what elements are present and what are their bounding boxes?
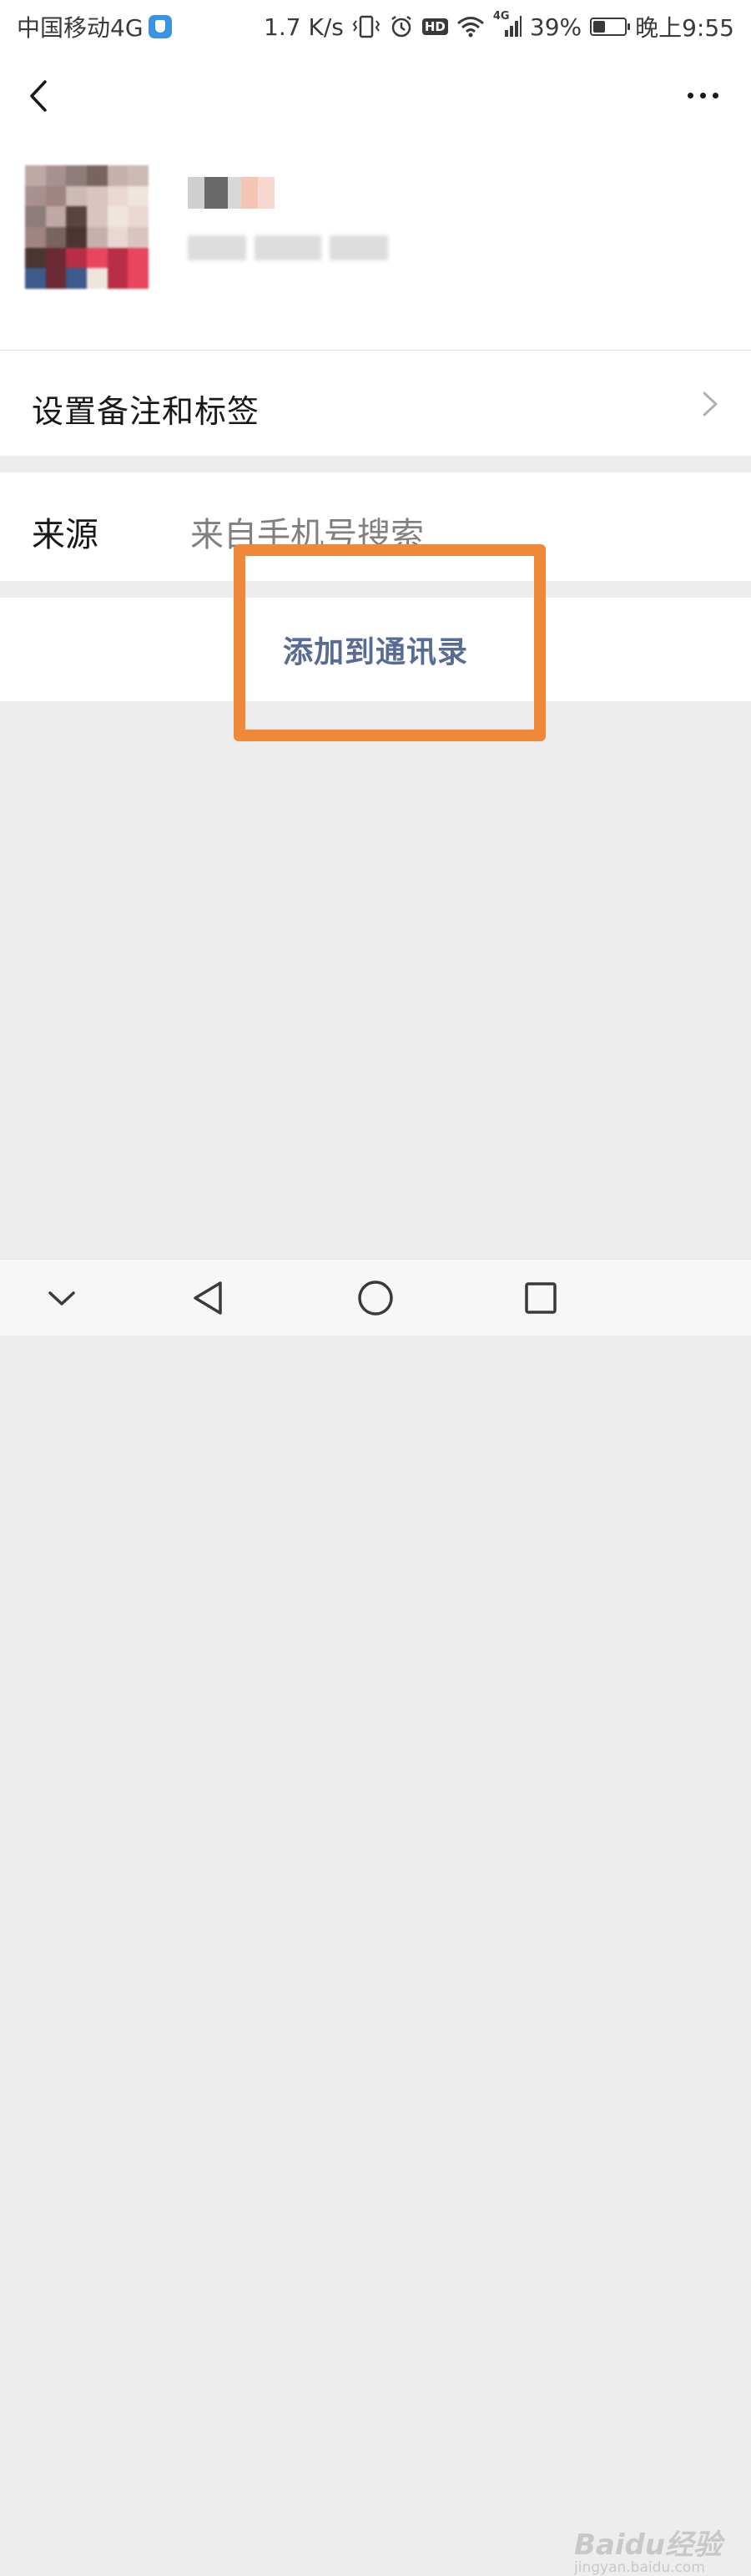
chevron-down-icon[interactable] bbox=[40, 1276, 83, 1320]
nav-back-icon[interactable] bbox=[189, 1276, 232, 1320]
back-button[interactable] bbox=[23, 75, 57, 117]
clock: 晚上9:55 bbox=[635, 14, 734, 42]
nickname-blurred bbox=[188, 177, 280, 209]
network-type: 4G bbox=[492, 10, 510, 23]
more-button[interactable] bbox=[679, 78, 726, 112]
vibrate-icon bbox=[352, 14, 381, 39]
chevron-right-icon bbox=[703, 391, 718, 417]
network-speed: 1.7 K/s bbox=[264, 13, 344, 41]
watermark-main: Baidu经验 bbox=[574, 2528, 723, 2562]
watermark-sub: jingyan.baidu.com bbox=[574, 2559, 705, 2576]
battery-icon bbox=[590, 18, 631, 36]
signal-icon: 4G bbox=[493, 10, 522, 38]
wifi-icon bbox=[456, 15, 485, 38]
system-nav-bar: Baidu经验 jingyan.baidu.com bbox=[0, 1259, 751, 2576]
carrier-label: 中国移动4G bbox=[17, 14, 144, 42]
set-remark-row[interactable]: 设置备注和标签 bbox=[0, 351, 751, 456]
avatar[interactable] bbox=[25, 165, 149, 289]
profile-card bbox=[0, 137, 751, 351]
set-remark-label: 设置备注和标签 bbox=[32, 393, 260, 430]
alarm-icon bbox=[389, 14, 414, 39]
status-left: 中国移动4G bbox=[17, 10, 172, 43]
more-dots-icon bbox=[687, 92, 693, 98]
nav-header bbox=[0, 53, 751, 137]
battery-fill bbox=[593, 21, 606, 33]
add-to-contacts-label: 添加到通讯录 bbox=[282, 635, 468, 669]
source-row: 来源 来自手机号搜索 bbox=[0, 472, 751, 581]
battery-percent: 39% bbox=[529, 13, 582, 41]
nav-home-icon[interactable] bbox=[354, 1276, 397, 1320]
status-right: 1.7 K/s HD 4G 39% 晚上9:55 bbox=[264, 10, 734, 43]
account-id-blurred bbox=[188, 235, 405, 264]
watermark: Baidu经验 jingyan.baidu.com bbox=[574, 2522, 722, 2576]
shield-icon bbox=[148, 15, 172, 38]
hd-badge: HD bbox=[421, 18, 448, 35]
source-label: 来源 bbox=[32, 516, 98, 554]
status-bar: 中国移动4G 1.7 K/s HD 4G 39% 晚上9:55 bbox=[0, 0, 751, 53]
chevron-left-icon bbox=[30, 80, 47, 112]
nav-recent-icon[interactable] bbox=[519, 1276, 562, 1320]
source-value: 来自手机号搜索 bbox=[190, 516, 424, 554]
add-to-contacts-button[interactable]: 添加到通讯录 bbox=[0, 598, 751, 701]
